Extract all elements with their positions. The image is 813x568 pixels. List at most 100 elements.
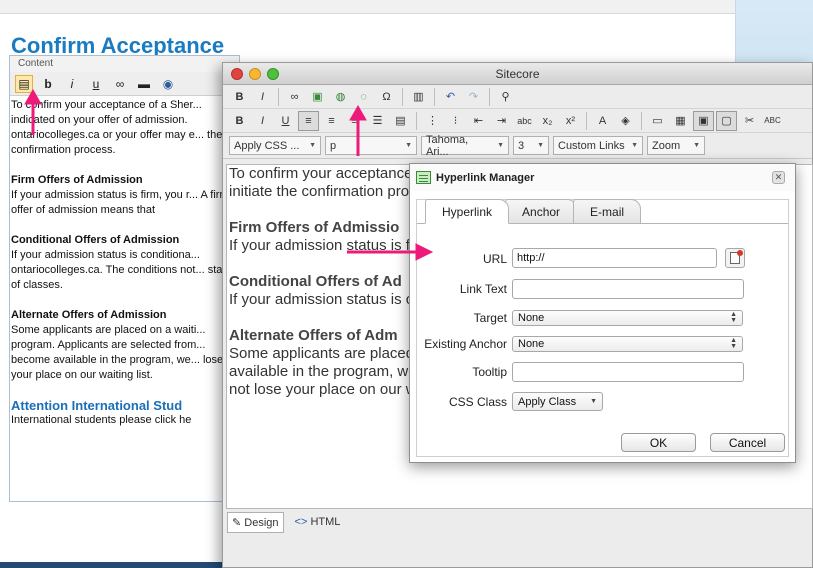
- zoom-value: Zoom: [652, 139, 681, 152]
- underline-button[interactable]: U: [275, 111, 296, 131]
- tooltip-label: Tooltip: [472, 365, 507, 379]
- zoom-dropdown[interactable]: Zoom ▼: [647, 136, 705, 155]
- url-input[interactable]: [512, 248, 717, 268]
- hyperlink-manager-icon[interactable]: ◍: [330, 87, 351, 107]
- outdent-icon[interactable]: ⇤: [468, 111, 489, 131]
- close-icon[interactable]: ✕: [772, 171, 785, 184]
- remove-link-icon[interactable]: ◌: [353, 87, 374, 107]
- chevron-down-icon: ▼: [309, 142, 316, 149]
- left-heading-international: Attention International Stud: [11, 398, 183, 413]
- font-color-icon[interactable]: A: [592, 111, 613, 131]
- left-content-editor[interactable]: Content ▤ b i u ∞ ▬ ◉ To confirm your ac…: [9, 55, 240, 502]
- dialog-titlebar: Hyperlink Manager ✕: [410, 164, 795, 191]
- align-center-icon[interactable]: ≡: [321, 111, 342, 131]
- apply-css-value: Apply CSS ...: [234, 139, 300, 152]
- left-paragraph-international: International students please click he: [11, 414, 192, 426]
- subscript-icon[interactable]: x₂: [537, 111, 558, 131]
- tab-design[interactable]: ✎ Design: [227, 511, 284, 533]
- tools-icon[interactable]: ✂: [739, 111, 760, 131]
- table-icon[interactable]: ▦: [670, 111, 691, 131]
- left-heading-conditional: Conditional Offers of Admission: [11, 234, 180, 246]
- apply-css-dropdown[interactable]: Apply CSS ... ▼: [229, 136, 321, 155]
- up-down-icon: ▲ ▼: [730, 311, 737, 324]
- editor-mode-bar: ✎ Design <> HTML: [223, 511, 812, 533]
- image-icon[interactable]: ▬: [135, 75, 153, 93]
- bold-button[interactable]: B: [229, 87, 250, 107]
- font-family-dropdown[interactable]: Tahoma, Ari... ▼: [421, 133, 509, 158]
- tab-anchor[interactable]: Anchor: [505, 199, 578, 224]
- horizontal-rule-icon[interactable]: ▭: [647, 111, 668, 131]
- editor-toolbar-row-1: B I ∞ ▣ ◍ ◌ Ω ▥ ↶ ↷ ⚲: [223, 85, 812, 109]
- superscript-icon[interactable]: x²: [560, 111, 581, 131]
- css-class-select[interactable]: Apply Class ▼: [512, 392, 603, 411]
- indent-icon[interactable]: ⇥: [491, 111, 512, 131]
- background-top-strip: [0, 0, 735, 14]
- toolbar-divider: [434, 87, 435, 106]
- toolbar-divider: [641, 111, 642, 130]
- underline-button[interactable]: u: [87, 75, 105, 93]
- paste-icon[interactable]: ▥: [408, 87, 429, 107]
- chevron-down-icon: ▼: [693, 142, 700, 149]
- highlight-color-icon[interactable]: ◈: [615, 111, 636, 131]
- dialog-panel: Hyperlink Anchor E-mail URL Link Text Ta…: [416, 199, 789, 457]
- align-left-icon[interactable]: ≡: [298, 110, 319, 131]
- bullet-list-icon[interactable]: ⁝: [445, 111, 466, 131]
- format-block-icon[interactable]: ▤: [390, 111, 411, 131]
- cancel-button[interactable]: Cancel: [710, 433, 785, 452]
- browse-document-button[interactable]: [725, 248, 745, 268]
- toolbar-divider: [586, 111, 587, 130]
- preview-icon[interactable]: ▣: [693, 110, 714, 131]
- link-text-input[interactable]: [512, 279, 744, 299]
- font-family-value: Tahoma, Ari...: [426, 133, 469, 158]
- strikethrough-icon[interactable]: abc: [514, 111, 535, 131]
- italic-button[interactable]: I: [252, 87, 273, 107]
- code-icon: <>: [294, 516, 308, 528]
- bold-button[interactable]: b: [39, 75, 57, 93]
- left-paragraph-intro: To confirm your acceptance of a Sher... …: [11, 99, 223, 156]
- left-paragraph-conditional: If your admission status is conditiona..…: [11, 249, 230, 291]
- compass-icon[interactable]: ◉: [159, 75, 177, 93]
- left-paragraph-firm: If your admission status is firm, you r.…: [11, 189, 229, 216]
- hyperlink-manager-icon: [416, 171, 431, 184]
- image-icon[interactable]: ▣: [307, 87, 328, 107]
- tab-hyperlink[interactable]: Hyperlink: [425, 199, 510, 224]
- existing-anchor-select[interactable]: None ▲ ▼: [512, 336, 743, 352]
- hyperlink-manager-dialog: Hyperlink Manager ✕ Hyperlink Anchor E-m…: [409, 163, 796, 463]
- undo-icon[interactable]: ↶: [440, 87, 461, 107]
- find-icon[interactable]: ⚲: [495, 87, 516, 107]
- link-icon[interactable]: ∞: [284, 87, 305, 107]
- tab-html-label: HTML: [310, 516, 341, 528]
- custom-links-dropdown[interactable]: Custom Links ▼: [553, 136, 643, 155]
- left-editor-body[interactable]: To confirm your acceptance of a Sher... …: [10, 96, 239, 445]
- link-icon[interactable]: ∞: [111, 75, 129, 93]
- ordered-list-icon[interactable]: ⋮: [422, 111, 443, 131]
- symbol-icon[interactable]: Ω: [376, 87, 397, 107]
- paragraph-style-dropdown[interactable]: p ▼: [325, 136, 417, 155]
- font-size-dropdown[interactable]: 3 ▼: [513, 136, 549, 155]
- justify-icon[interactable]: ☰: [367, 111, 388, 131]
- target-select[interactable]: None ▲ ▼: [512, 310, 743, 326]
- fullscreen-icon[interactable]: ▢: [716, 110, 737, 131]
- ok-button[interactable]: OK: [621, 433, 696, 452]
- font-size-value: 3: [518, 139, 525, 152]
- bold-button[interactable]: B: [229, 111, 250, 131]
- paragraph-style-value: p: [330, 139, 337, 152]
- css-class-label: CSS Class: [448, 395, 507, 409]
- spellcheck-icon[interactable]: ABC: [762, 111, 783, 131]
- align-right-icon[interactable]: ≡: [344, 111, 365, 131]
- left-paragraph-alternate: Some applicants are placed on a waiti...…: [11, 324, 224, 381]
- toolbar-divider: [416, 111, 417, 130]
- document-icon[interactable]: ▤: [15, 74, 33, 93]
- tab-html[interactable]: <> HTML: [290, 512, 346, 532]
- custom-links-value: Custom Links: [558, 139, 625, 152]
- italic-button[interactable]: I: [252, 111, 273, 131]
- tab-design-label: Design: [244, 516, 279, 529]
- window-title: Sitecore: [495, 67, 540, 81]
- tooltip-input[interactable]: [512, 362, 744, 382]
- editor-select-row: Apply CSS ... ▼ p ▼ Tahoma, Ari... ▼ 3 ▼ Cus…: [223, 133, 812, 159]
- tab-email[interactable]: E-mail: [573, 199, 642, 224]
- italic-button[interactable]: i: [63, 75, 81, 93]
- chevron-down-icon: ▼: [590, 397, 597, 405]
- redo-icon[interactable]: ↷: [463, 87, 484, 107]
- target-label: Target: [473, 311, 507, 325]
